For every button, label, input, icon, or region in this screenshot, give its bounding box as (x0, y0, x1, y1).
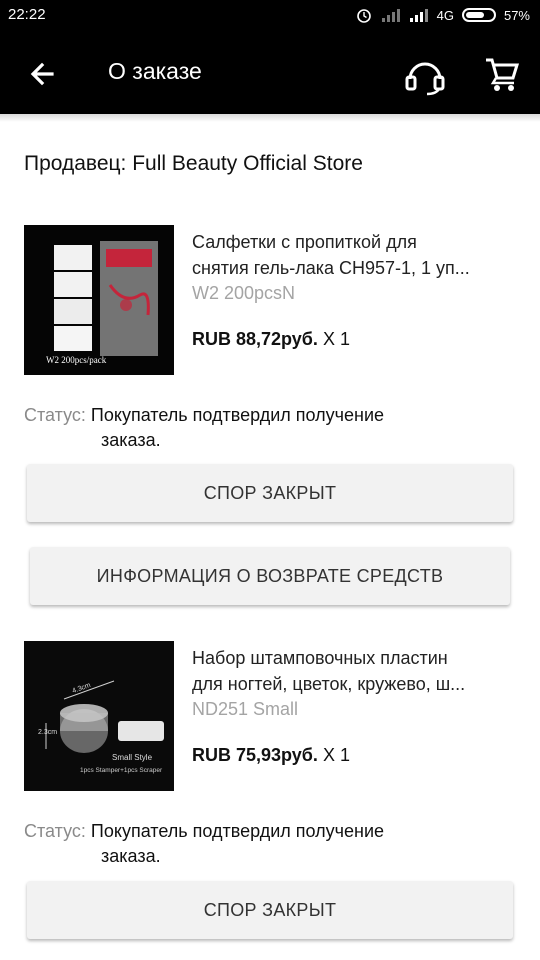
order-item[interactable]: W2 200pcs/pack Салфетки с пропиткой для … (24, 225, 524, 375)
product-image[interactable]: 4.3cm 2.3cm Small Style 1pcs Stamper+1pc… (24, 641, 174, 791)
status-time: 22:22 (8, 6, 46, 23)
cart-icon[interactable] (482, 54, 522, 94)
battery-percent: 57% (503, 7, 530, 23)
status-text: Покупатель подтвердил получение (90, 405, 385, 425)
quantity: X 1 (322, 329, 350, 349)
product-image[interactable]: W2 200pcs/pack (24, 225, 174, 375)
dispute-closed-button[interactable]: СПОР ЗАКРЫТ (27, 881, 513, 939)
status-label: Статус: (24, 821, 86, 841)
status-text-line: заказа. (101, 430, 161, 450)
product-name[interactable]: Салфетки с пропиткой для снятия гель-лак… (192, 229, 512, 281)
order-status: Статус: Покупатель подтвердил получение … (24, 819, 494, 869)
image-caption: W2 200pcs/pack (46, 355, 107, 365)
battery-icon (461, 8, 496, 22)
status-text: Покупатель подтвердил получение (90, 821, 385, 841)
price-value: RUB 75,93руб. (192, 745, 318, 765)
order-item[interactable]: 4.3cm 2.3cm Small Style 1pcs Stamper+1pc… (24, 641, 524, 791)
arrow-left-icon[interactable] (22, 54, 62, 94)
image-caption: 1pcs Stamper+1pcs Scraper (80, 767, 163, 774)
product-name[interactable]: Набор штамповочных пластин для ногтей, ц… (192, 645, 512, 697)
status-bar: 22:22 4G 57% (0, 0, 540, 32)
dispute-closed-button[interactable]: СПОР ЗАКРЫТ (27, 464, 513, 522)
product-name-line: для ногтей, цветок, кружево, ш... (192, 674, 466, 694)
status-label: Статус: (24, 405, 86, 425)
product-name-line: Салфетки с пропиткой для (192, 232, 417, 252)
image-caption: Small Style (112, 753, 153, 762)
product-price: RUB 88,72руб. X 1 (192, 329, 350, 350)
price-value: RUB 88,72руб. (192, 329, 318, 349)
product-name-line: Набор штамповочных пластин (192, 648, 448, 668)
status-text-line: заказа. (101, 846, 161, 866)
product-variant: W2 200pcsN (192, 283, 296, 303)
seller-name[interactable]: Продавец: Full Beauty Official Store (24, 152, 363, 176)
page-title: О заказе (108, 58, 202, 84)
refund-info-button[interactable]: ИНФОРМАЦИЯ О ВОЗВРАТЕ СРЕДСТВ (30, 547, 510, 605)
signal-icon (381, 9, 400, 22)
product-variant: ND251 Small (192, 699, 299, 719)
signal-icon (409, 9, 428, 22)
order-status: Статус: Покупатель подтвердил получение … (24, 403, 494, 453)
header-shadow (0, 114, 540, 122)
network-type: 4G (436, 7, 454, 23)
headset-icon[interactable] (402, 52, 448, 98)
quantity: X 1 (322, 745, 350, 765)
alarm-icon (356, 9, 371, 23)
image-dimension: 2.3cm (38, 729, 58, 736)
status-icons: 4G 57% (355, 6, 530, 24)
product-price: RUB 75,93руб. X 1 (192, 745, 350, 766)
app-header: О заказе (0, 32, 540, 114)
product-name-line: снятия гель-лака CH957-1, 1 уп... (192, 258, 470, 278)
